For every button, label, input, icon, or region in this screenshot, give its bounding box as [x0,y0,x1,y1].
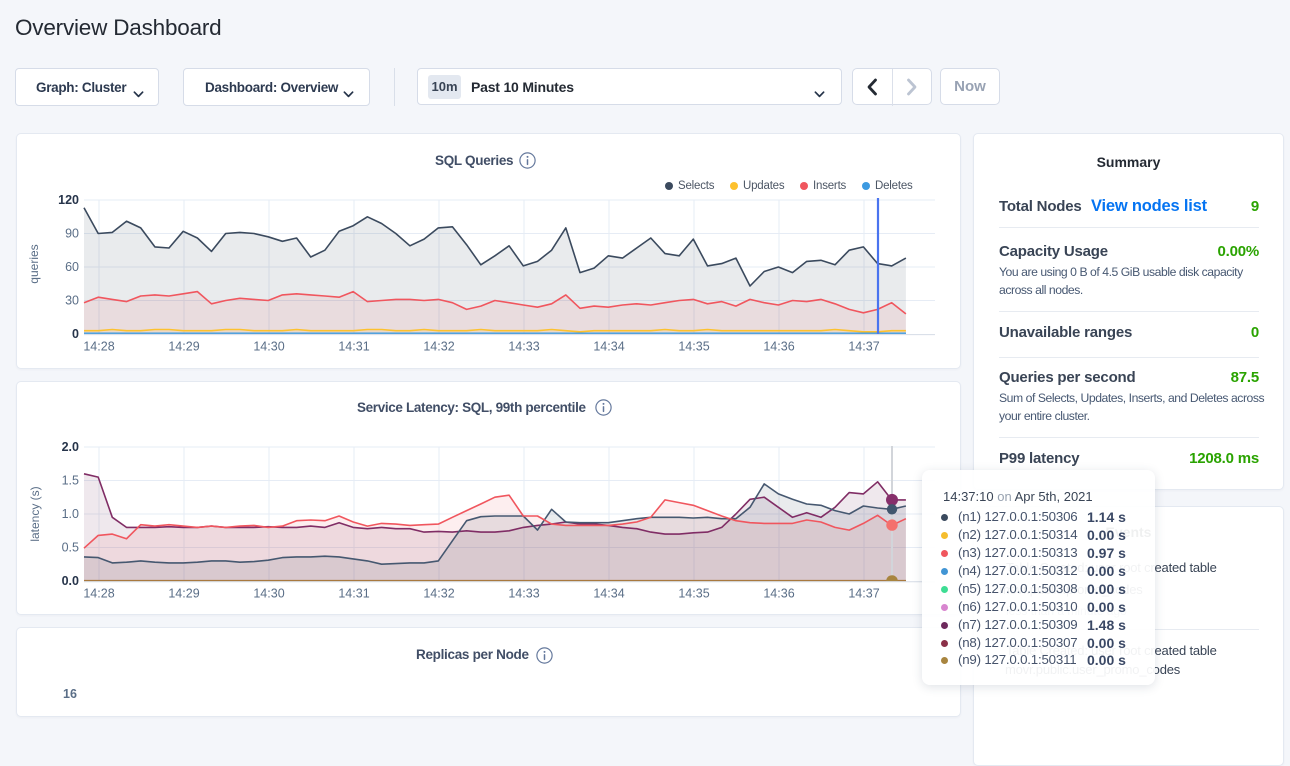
svg-text:120: 120 [58,193,79,207]
svg-text:1.5: 1.5 [62,474,79,488]
svg-text:14:30: 14:30 [253,340,284,354]
svg-text:14:33: 14:33 [508,340,539,354]
svg-text:14:36: 14:36 [763,587,794,601]
svg-text:30: 30 [65,294,79,308]
svg-text:0: 0 [72,327,79,341]
svg-text:14:33: 14:33 [508,587,539,601]
svg-text:14:32: 14:32 [423,587,454,601]
svg-text:14:29: 14:29 [168,340,199,354]
svg-text:14:37: 14:37 [848,340,879,354]
svg-text:latency (s): latency (s) [28,486,42,541]
svg-text:14:36: 14:36 [763,340,794,354]
svg-text:14:32: 14:32 [423,340,454,354]
svg-text:14:37: 14:37 [848,587,879,601]
svg-text:0.0: 0.0 [62,574,79,588]
svg-text:2.0: 2.0 [62,440,79,454]
svg-text:14:29: 14:29 [168,587,199,601]
svg-text:14:34: 14:34 [593,340,624,354]
svg-text:14:28: 14:28 [83,587,114,601]
svg-text:14:35: 14:35 [678,587,709,601]
svg-text:60: 60 [65,260,79,274]
svg-text:14:35: 14:35 [678,340,709,354]
svg-text:14:34: 14:34 [593,587,624,601]
svg-text:14:28: 14:28 [83,340,114,354]
svg-text:14:31: 14:31 [338,587,369,601]
svg-text:90: 90 [65,227,79,241]
svg-text:0.5: 0.5 [62,541,79,555]
svg-text:queries: queries [27,244,41,283]
svg-text:1.0: 1.0 [62,507,79,521]
svg-text:14:31: 14:31 [338,340,369,354]
svg-text:14:30: 14:30 [253,587,284,601]
